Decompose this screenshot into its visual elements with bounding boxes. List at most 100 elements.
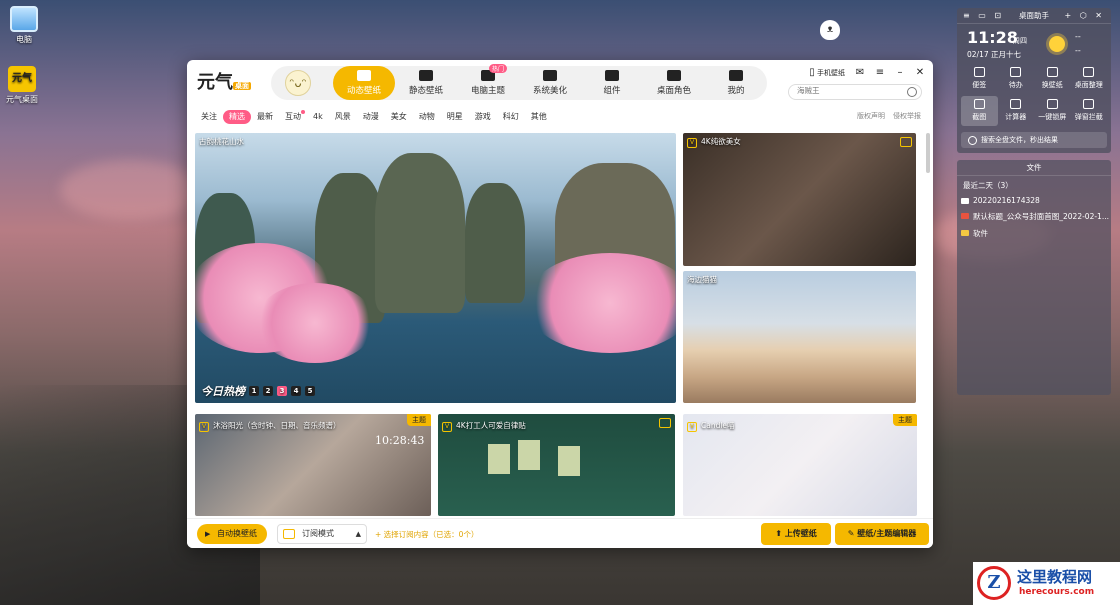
desktop-icon-yuanqi[interactable]: 元气 元气桌面 — [0, 66, 44, 105]
vip-icon: V — [687, 422, 697, 432]
scrollbar[interactable] — [926, 133, 930, 173]
window-controls: ▯ 手机壁纸 ✉ ≡ – ✕ — [807, 66, 925, 80]
cat-scenery[interactable]: 风景 — [329, 110, 357, 124]
page-1[interactable]: 1 — [249, 386, 259, 396]
file-item-image[interactable]: 20220216174328 — [957, 193, 1111, 208]
nav-static-wallpaper[interactable]: 静态壁纸 — [395, 66, 457, 100]
page-4[interactable]: 4 — [291, 386, 301, 396]
nav-dynamic-wallpaper[interactable]: 动态壁纸 — [333, 66, 395, 100]
phone-wallpaper-button[interactable]: ▯ 手机壁纸 — [807, 68, 845, 78]
wallpaper-tile-main[interactable]: 古韵桃花山水 今日热榜 1 2 3 4 5 — [195, 133, 676, 403]
nav-desktop-role[interactable]: 桌面角色 — [643, 66, 705, 100]
menu-icon[interactable]: ≡ — [875, 68, 885, 78]
search-input[interactable]: 海贼王 — [788, 84, 922, 100]
cat-beauty[interactable]: 美女 — [385, 110, 413, 124]
tool-popup-block[interactable]: 弹窗拦截 — [1071, 96, 1108, 126]
clock-time: 11:28 — [967, 28, 1018, 47]
cat-other[interactable]: 其他 — [525, 110, 553, 124]
preview-icon[interactable] — [900, 137, 912, 147]
auto-change-button[interactable]: 自动换壁纸 — [197, 524, 267, 544]
clock-text: 10:28:43 — [375, 434, 425, 447]
page-3[interactable]: 3 — [277, 386, 287, 396]
cat-stars[interactable]: 明星 — [441, 110, 469, 124]
cat-4k[interactable]: 4k — [307, 110, 329, 124]
tool-note[interactable]: 便签 — [961, 64, 998, 94]
cat-interactive[interactable]: 互动 — [279, 110, 307, 124]
report-link[interactable]: 侵权举报 — [893, 111, 921, 121]
page-5[interactable]: 5 — [305, 386, 315, 396]
editor-icon: ✎ — [847, 529, 858, 538]
category-bar: 关注 精选 最新 互动 4k 风景 动漫 美女 动物 明星 游戏 科幻 其他 — [195, 110, 553, 124]
desktop-icon-computer[interactable]: 电脑 — [2, 6, 46, 45]
top-bar: 元气 桌面 ᵔᴗᵔ 动态壁纸 静态壁纸 热门 电脑主题 系统美化 组件 桌面角色 我… — [187, 60, 933, 106]
cat-widget-icon[interactable]: ᴥ — [820, 20, 840, 40]
vip-icon: V — [199, 422, 209, 432]
subscribe-mode-select[interactable]: 订阅模式 ▲ — [277, 524, 367, 544]
cat-latest[interactable]: 最新 — [251, 110, 279, 124]
tool-screenshot[interactable]: 截图 — [961, 96, 998, 126]
file-search-input[interactable]: 搜索全盘文件，秒出结果 — [961, 132, 1107, 148]
copyright-link[interactable]: 版权声明 — [857, 111, 885, 121]
phone-icon: ▯ — [809, 67, 815, 78]
bottom-bar: 自动换壁纸 订阅模式 ▲ + 选择订阅内容（已选：0个） ⬆ 上传壁纸 ✎ 壁纸… — [187, 518, 933, 548]
widget-icon — [605, 70, 619, 81]
cat-anime[interactable]: 动漫 — [357, 110, 385, 124]
cat-follow[interactable]: 关注 — [195, 110, 223, 124]
minimize-icon[interactable]: – — [895, 68, 905, 78]
nav-system-beautify[interactable]: 系统美化 — [519, 66, 581, 100]
close-icon[interactable]: ✕ — [915, 68, 925, 78]
nav-mine[interactable]: 我的 — [705, 66, 767, 100]
file-item-folder[interactable]: 软件 — [957, 225, 1111, 242]
wallpaper-tile-sea[interactable]: 海边猫猫 — [683, 271, 916, 403]
mail-icon[interactable]: ✉ — [855, 68, 865, 78]
tool-lock[interactable]: 一键锁屏 — [1034, 96, 1071, 126]
avatar[interactable]: ᵔᴗᵔ — [285, 70, 311, 96]
wallpaper-tile-candle[interactable]: V Candle喵 主题 — [683, 414, 917, 516]
cat-featured[interactable]: 精选 — [223, 110, 251, 124]
organize-icon — [1083, 67, 1095, 77]
widget-left-icons[interactable]: ≡ ▭ ⊡ — [963, 8, 1004, 24]
note-icon — [973, 67, 985, 77]
wallpaper-tile-notes[interactable]: V 4K打工人可爱自律贴 — [438, 414, 675, 516]
editor-button[interactable]: ✎ 壁纸/主题编辑器 — [835, 523, 929, 545]
theme-tag: 主题 — [407, 414, 431, 426]
hot-badge: 热门 — [489, 64, 508, 73]
computer-icon — [10, 6, 38, 32]
files-group-recent[interactable]: 最近二天（3） — [957, 176, 1111, 193]
search-icon[interactable] — [907, 87, 917, 97]
wallpaper-tile-girl[interactable]: V 4K纯欲美女 — [683, 133, 916, 266]
tool-change-wallpaper[interactable]: 换壁纸 — [1034, 64, 1071, 94]
tv-icon — [283, 529, 295, 539]
preview-icon[interactable] — [659, 418, 671, 428]
nav-widgets[interactable]: 组件 — [581, 66, 643, 100]
cloud-decoration — [60, 160, 200, 220]
upload-icon: ⬆ — [775, 529, 785, 538]
copyright-links: 版权声明 侵权举报 — [857, 111, 921, 121]
screenshot-icon — [973, 99, 985, 109]
nav-pc-theme[interactable]: 热门 电脑主题 — [457, 64, 519, 100]
page-2[interactable]: 2 — [263, 386, 273, 396]
wallpaper-tile-sunshine[interactable]: V 沐浴阳光（含时钟、日期、音乐频谱） 主题 10:28:43 — [195, 414, 431, 516]
cat-scifi[interactable]: 科幻 — [497, 110, 525, 124]
hot-list: 今日热榜 1 2 3 4 5 — [201, 383, 315, 399]
desktop-assistant: ≡ ▭ ⊡ 桌面助手 + ⬡ ✕ 11:28 周四 02/17 正月十七 -- … — [957, 8, 1111, 153]
wallpaper-icon — [1046, 67, 1058, 77]
beautify-icon — [543, 70, 557, 81]
file-item-doc[interactable]: 默认标题_公众号封面首图_2022-02-1... — [957, 208, 1111, 225]
weekday: 周四 — [1013, 37, 1027, 45]
cat-animals[interactable]: 动物 — [413, 110, 441, 124]
files-panel: 文件 最近二天（3） 20220216174328 默认标题_公众号封面首图_2… — [957, 160, 1111, 395]
cat-games[interactable]: 游戏 — [469, 110, 497, 124]
temp-high: -- — [1075, 32, 1081, 41]
tool-organize[interactable]: 桌面整理 — [1071, 64, 1108, 94]
assistant-tools: 便签 待办 换壁纸 桌面整理 截图 计算器 一键锁屏 弹窗拦截 — [961, 64, 1107, 126]
watermark-logo-icon: Z — [977, 566, 1011, 600]
lock-icon — [1046, 99, 1058, 109]
app-logo: 元气 桌面 — [197, 72, 251, 93]
tool-calculator[interactable]: 计算器 — [998, 96, 1035, 126]
subscribe-content-link[interactable]: + 选择订阅内容（已选：0个） — [375, 529, 478, 540]
tool-todo[interactable]: 待办 — [998, 64, 1035, 94]
widget-right-icons[interactable]: + ⬡ ✕ — [1065, 8, 1105, 24]
yuanqi-logo-icon: 元气 — [8, 66, 36, 92]
upload-wallpaper-button[interactable]: ⬆ 上传壁纸 — [761, 523, 831, 545]
